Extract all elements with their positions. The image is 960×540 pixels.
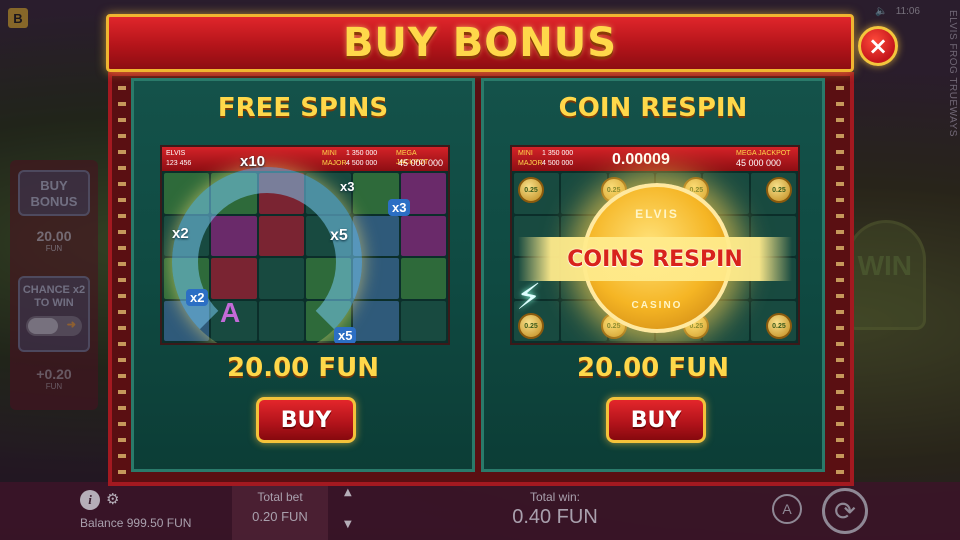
major-value: 4 500 000 (542, 160, 574, 167)
coin-symbol: 0.25 (518, 177, 544, 203)
buy-coin-respin-button[interactable]: BUY (606, 397, 706, 443)
multiplier-badge-x3: x3 (388, 199, 411, 216)
total-bet: Total bet 0.20 FUN (232, 482, 328, 540)
jackpot-bar: MINI 1 350 000 MAJOR 4 500 000 0.00009 M… (512, 147, 798, 171)
major-label: MAJOR (518, 160, 543, 167)
multiplier-badge-x2: x2 (186, 289, 209, 306)
letter-a-symbol: A (220, 297, 241, 328)
jackpot-logo: ELVIS (166, 150, 186, 157)
reel-cell (400, 300, 446, 341)
modal-title-bar: BUY BONUS (106, 14, 854, 72)
mini-label: MINI (518, 150, 533, 157)
buy-free-spins-button[interactable]: BUY (256, 397, 356, 443)
close-button[interactable]: × (858, 26, 898, 66)
multiplier-x5-arc: x5 (330, 227, 348, 244)
major-label: MAJOR (322, 160, 347, 167)
info-icon[interactable]: i (80, 490, 100, 510)
close-icon: × (867, 32, 889, 60)
total-bet-value: 0.20 FUN (252, 509, 308, 524)
mega-value: 45 000 000 (736, 158, 782, 168)
coins-respin-text: COINS RESPIN (567, 246, 743, 272)
autoplay-button[interactable]: A (772, 494, 802, 524)
multiplier-x3-arc: x3 (340, 179, 355, 194)
lightning-icon: ⚡ (516, 277, 542, 318)
balance-label: Balance (80, 516, 124, 530)
card-title: COIN RESPIN (558, 93, 748, 123)
free-spins-price: 20.00 FUN (227, 353, 379, 383)
total-win-label: Total win: (529, 490, 581, 504)
coin-respin-price: 20.00 FUN (577, 353, 729, 383)
medal-bottom-text: CASINO (631, 300, 683, 311)
medal-top-text: ELVIS (635, 207, 679, 221)
multiplier-badge-x5: x5 (334, 327, 357, 343)
spin-button[interactable]: ⟳ (822, 488, 868, 534)
modal-title: BUY BONUS (342, 20, 618, 66)
mini-value: 1 350 000 (346, 150, 378, 157)
jackpot-left-value: 123 456 (166, 160, 192, 167)
multiplier-x10: x10 (240, 153, 266, 170)
coins-respin-banner: COINS RESPIN (518, 237, 792, 281)
multiplier-arc (172, 167, 362, 343)
mega-value: 45 000 000 (398, 158, 444, 168)
total-bet-label: Total bet (257, 490, 303, 504)
reel-cell (400, 215, 446, 256)
marquee-lights-right (836, 86, 844, 476)
mini-label: MINI (322, 150, 337, 157)
coin-respin-card: COIN RESPIN MINI 1 350 000 MAJOR 4 500 0… (481, 78, 825, 472)
mega-label: MEGA JACKPOT (736, 150, 791, 157)
free-spins-preview-image: ELVIS 123 456 MINI 1 350 000 MAJOR 4 500… (160, 145, 450, 345)
reel-cell (400, 258, 446, 299)
mini-value: 1 350 000 (542, 150, 574, 157)
gear-icon[interactable]: ⚙ (106, 491, 119, 509)
coin-symbol: 0.25 (765, 313, 792, 339)
coin-respin-preview-image: MINI 1 350 000 MAJOR 4 500 000 0.00009 M… (510, 145, 800, 345)
center-jackpot-value: 0.00009 (612, 151, 670, 168)
free-spins-card: FREE SPINS ELVIS 123 456 MINI 1 350 000 … (131, 78, 475, 472)
bet-increase-arrow-icon[interactable]: ▲ (344, 487, 352, 498)
multiplier-x2-top: x2 (172, 225, 189, 242)
balance-value: 999.50 FUN (126, 516, 192, 530)
jackpot-bar: ELVIS 123 456 MINI 1 350 000 MAJOR 4 500… (162, 147, 448, 171)
reel-cell (353, 300, 399, 341)
bet-decrease-arrow-icon[interactable]: ▼ (344, 519, 352, 530)
card-title: FREE SPINS (217, 93, 389, 123)
bottom-bar: i ⚙ Balance 999.50 FUN Total bet 0.20 FU… (0, 482, 960, 540)
total-win: Total win: 0.40 FUN (500, 490, 610, 529)
coin-symbol: 0.25 (765, 177, 792, 203)
balance: Balance 999.50 FUN (80, 516, 191, 530)
total-win-value: 0.40 FUN (512, 506, 598, 528)
marquee-lights-left (118, 86, 126, 476)
major-value: 4 500 000 (346, 160, 378, 167)
